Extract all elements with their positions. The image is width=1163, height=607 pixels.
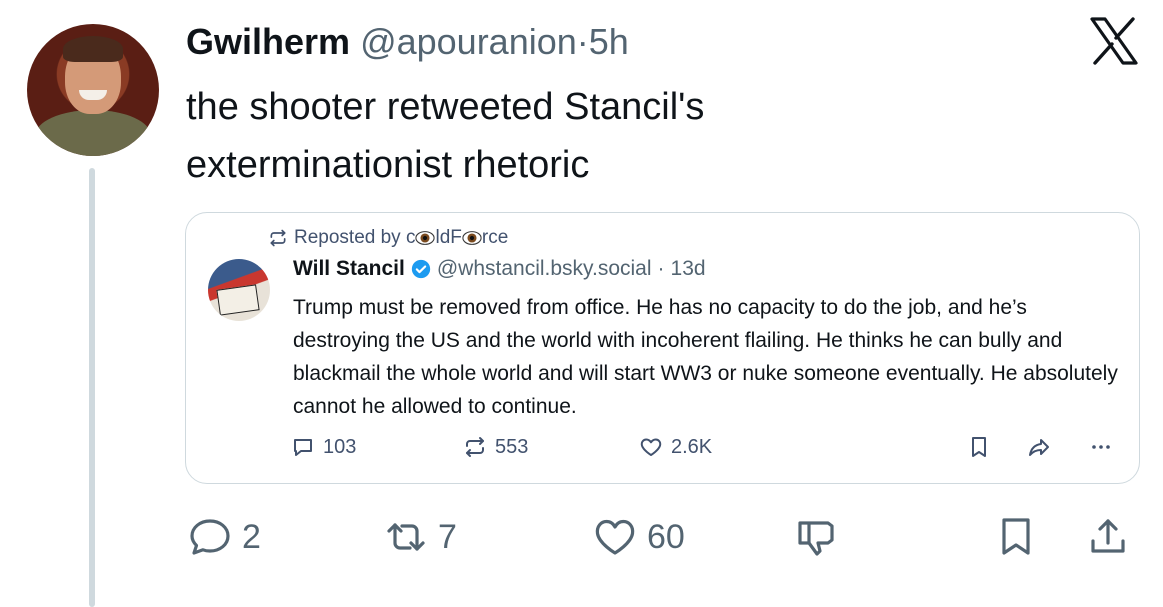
quoted-author-handle[interactable]: @whstancil.bsky.social bbox=[437, 257, 652, 281]
quoted-repost-count: 553 bbox=[495, 435, 529, 458]
retweet-button[interactable]: 7 bbox=[384, 512, 457, 562]
quoted-post-card[interactable]: Reposted by c ldF rce Will Stancil @whstan… bbox=[185, 212, 1140, 484]
quoted-reply-count: 103 bbox=[323, 435, 357, 458]
tweet-text: the shooter retweeted Stancil's extermin… bbox=[186, 86, 705, 186]
repost-mid: ldF bbox=[435, 227, 462, 248]
quoted-time-separator: · bbox=[657, 257, 665, 280]
quoted-author-avatar[interactable] bbox=[208, 259, 270, 321]
author-handle[interactable]: @apouranion bbox=[360, 21, 577, 62]
author-name[interactable]: Gwilherm bbox=[186, 21, 350, 62]
x-logo-icon[interactable] bbox=[1088, 16, 1140, 66]
quoted-bookmark-button[interactable] bbox=[967, 435, 991, 459]
repost-prefix: Reposted by c bbox=[294, 227, 416, 248]
repost-icon bbox=[466, 437, 484, 457]
reply-icon bbox=[294, 439, 312, 456]
reply-count: 2 bbox=[242, 517, 261, 556]
quoted-reply-button[interactable]: 103 bbox=[291, 435, 356, 459]
retweet-count: 7 bbox=[438, 517, 457, 556]
author-avatar[interactable] bbox=[27, 24, 159, 156]
quoted-author-name[interactable]: Will Stancil bbox=[293, 257, 405, 281]
quoted-like-count: 2.6K bbox=[671, 435, 713, 458]
quoted-header: Will Stancil @whstancil.bsky.social · 13… bbox=[293, 257, 706, 281]
eye-emoji-icon bbox=[415, 231, 436, 245]
avatar-protest-sign bbox=[216, 284, 260, 316]
like-button[interactable]: 60 bbox=[593, 512, 685, 562]
quoted-repost-button[interactable]: 553 bbox=[463, 435, 528, 459]
bookmark-outline-icon bbox=[1002, 518, 1030, 555]
more-dots-icon bbox=[1092, 445, 1110, 449]
reply-bubble-icon bbox=[190, 519, 230, 555]
quoted-actions-bar: 103 553 2.6K bbox=[291, 435, 1119, 465]
share-button[interactable] bbox=[1086, 512, 1130, 562]
reply-button[interactable]: 2 bbox=[188, 512, 261, 562]
share-arrow-icon bbox=[1029, 439, 1049, 456]
quoted-more-button[interactable] bbox=[1089, 435, 1113, 459]
avatar-shirt bbox=[35, 110, 151, 156]
bookmark-button[interactable] bbox=[994, 512, 1038, 562]
repost-indicator: Reposted by c ldF rce bbox=[268, 227, 508, 249]
thumbs-down-icon bbox=[798, 521, 834, 556]
avatar-hair bbox=[63, 36, 123, 62]
like-heart-icon bbox=[595, 519, 635, 555]
tweet-actions-bar: 2 7 60 bbox=[188, 512, 1143, 562]
quoted-post-text: Trump must be removed from office. He ha… bbox=[293, 296, 1118, 418]
thread-line bbox=[89, 168, 95, 607]
repost-suffix: rce bbox=[481, 227, 509, 248]
verified-badge-icon bbox=[411, 259, 431, 279]
quoted-time: 13d bbox=[670, 257, 706, 280]
tweet-header: Gwilherm @apouranion·5h bbox=[186, 18, 629, 66]
eye-emoji-icon bbox=[462, 231, 482, 245]
like-count: 60 bbox=[647, 517, 685, 556]
quoted-share-button[interactable] bbox=[1027, 435, 1051, 459]
time-separator: · bbox=[576, 21, 589, 62]
dislike-button[interactable] bbox=[794, 512, 838, 562]
tweet-time[interactable]: 5h bbox=[589, 21, 629, 62]
repost-small-icon bbox=[270, 229, 286, 247]
share-upload-icon bbox=[1091, 519, 1125, 553]
bookmark-icon bbox=[972, 437, 986, 457]
quoted-like-button[interactable]: 2.6K bbox=[639, 435, 712, 459]
heart-icon bbox=[640, 438, 662, 456]
retweet-icon bbox=[387, 523, 425, 551]
